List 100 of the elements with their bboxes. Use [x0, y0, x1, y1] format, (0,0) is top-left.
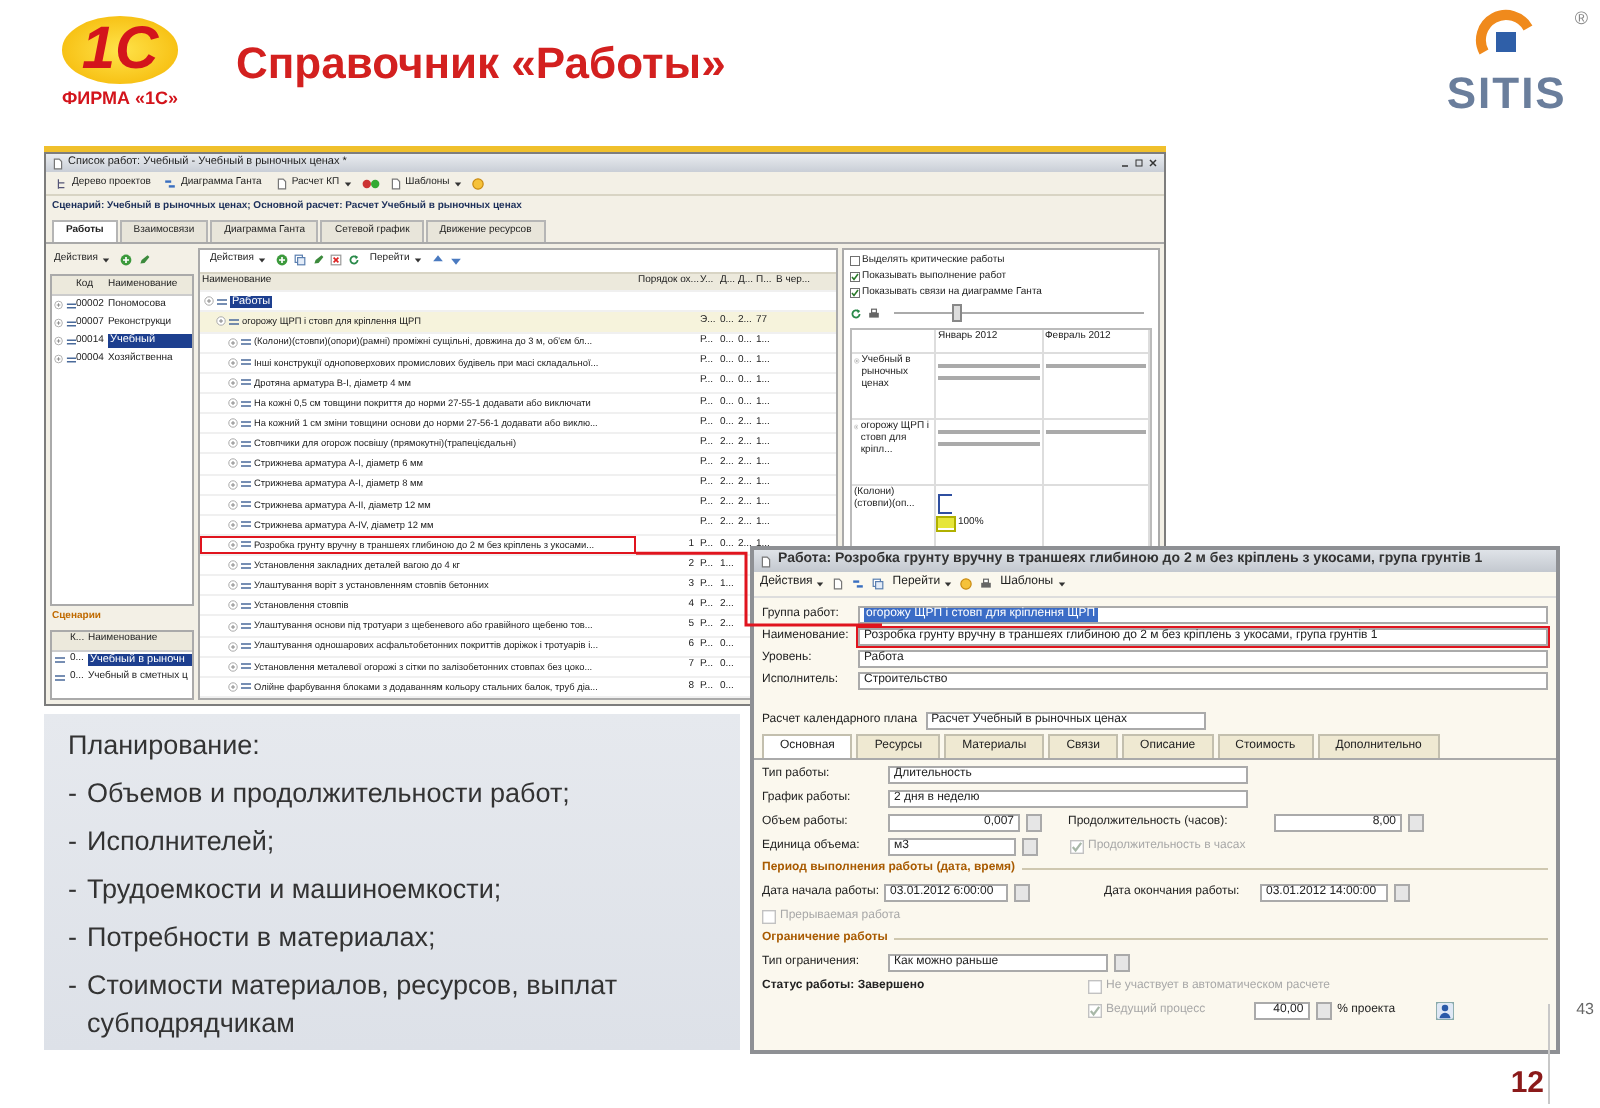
checkbox[interactable] — [850, 256, 860, 267]
refresh-icon[interactable] — [850, 307, 862, 320]
slide-number: 12 — [1510, 1066, 1544, 1100]
expand-icon[interactable] — [228, 418, 238, 429]
registered-mark: ® — [1574, 8, 1588, 28]
list-item: Объемов и продолжительности работ; — [87, 776, 570, 812]
expand-icon[interactable] — [54, 354, 64, 364]
print-icon[interactable] — [868, 307, 880, 320]
expand-icon[interactable] — [228, 641, 238, 652]
list-item: Потребности в материалах; — [87, 920, 436, 956]
list-item: Исполнителей; — [87, 824, 275, 860]
item-icon — [240, 338, 252, 347]
item-icon — [65, 337, 76, 345]
item-icon — [240, 439, 252, 448]
list-marker: - — [68, 920, 77, 956]
gantt-bar — [938, 442, 1039, 447]
slider-thumb[interactable] — [952, 304, 963, 323]
heading: Планирование: — [68, 728, 262, 764]
item-icon — [54, 656, 66, 665]
document-icon[interactable] — [52, 157, 64, 169]
slide-total: 43 — [1576, 1000, 1594, 1018]
picker-button[interactable] — [1394, 883, 1410, 902]
gantt-bar — [938, 364, 1039, 369]
item-icon — [240, 561, 252, 570]
logo-text: SITIS — [1446, 68, 1567, 120]
arrow-down-icon[interactable] — [449, 254, 462, 267]
expand-icon[interactable] — [228, 560, 238, 571]
expand-icon[interactable] — [216, 316, 226, 327]
expand-icon[interactable] — [228, 458, 238, 469]
expand-icon[interactable] — [54, 336, 64, 346]
expand-icon[interactable] — [228, 479, 238, 490]
document-icon[interactable] — [760, 555, 772, 567]
restore-icon[interactable] — [1134, 158, 1144, 168]
item-icon — [240, 662, 252, 671]
picker-button[interactable] — [1114, 953, 1130, 972]
expand-icon[interactable] — [854, 356, 860, 367]
item-icon — [240, 520, 252, 529]
item-icon — [240, 500, 252, 509]
logo-caption: ФИРМА «1С» — [61, 88, 179, 108]
copy-icon[interactable] — [872, 578, 885, 590]
picker-button[interactable] — [1315, 1001, 1332, 1020]
expand-icon[interactable] — [228, 337, 238, 348]
caret-icon — [453, 179, 462, 187]
expand-icon[interactable] — [228, 499, 238, 510]
caret-icon — [1057, 580, 1066, 588]
picker-button[interactable] — [1408, 813, 1424, 832]
item-icon — [240, 682, 252, 691]
list-item: Трудоемкости и машиноемкости; — [87, 872, 502, 908]
pencil-icon[interactable] — [311, 254, 324, 267]
add-icon[interactable] — [119, 253, 132, 265]
slide-title: Справочник «Работы» — [236, 38, 728, 90]
gantt-icon[interactable] — [852, 578, 865, 590]
item-icon — [240, 601, 252, 610]
expand-icon[interactable] — [228, 438, 238, 449]
caret-icon — [343, 179, 352, 187]
expand-icon[interactable] — [228, 600, 238, 611]
expand-icon[interactable] — [228, 539, 238, 550]
document-icon[interactable] — [832, 578, 845, 590]
caret-icon — [944, 580, 953, 588]
gantt-icon[interactable] — [164, 177, 177, 189]
pencil-icon[interactable] — [137, 253, 150, 265]
tree-icon[interactable] — [56, 177, 68, 189]
list-marker: - — [68, 776, 77, 812]
add-icon[interactable] — [275, 254, 288, 267]
expand-icon[interactable] — [54, 318, 64, 328]
copy-icon[interactable] — [293, 254, 306, 267]
gantt-bar — [938, 430, 1039, 435]
list-marker: - — [68, 824, 77, 860]
item-icon — [240, 419, 252, 428]
expand-icon[interactable] — [228, 398, 238, 408]
expand-icon[interactable] — [228, 681, 238, 692]
item-icon — [216, 297, 228, 306]
item-icon — [240, 358, 252, 367]
item-icon — [240, 399, 252, 407]
list-item: Стоимости материалов, ресурсов, выплат субподрядчикам — [87, 968, 620, 1042]
checkbox[interactable] — [850, 272, 860, 283]
arrow-up-icon[interactable] — [431, 254, 444, 267]
caret-icon — [413, 256, 422, 265]
expand-icon[interactable] — [854, 422, 859, 433]
expand-icon[interactable] — [228, 661, 238, 672]
expand-icon[interactable] — [228, 519, 238, 530]
expand-icon[interactable] — [204, 296, 214, 307]
checkbox[interactable] — [850, 287, 860, 298]
delete-icon[interactable] — [329, 254, 342, 267]
expand-icon[interactable] — [228, 377, 238, 388]
user-icon[interactable] — [1435, 1001, 1454, 1020]
logo-mark: 1С — [61, 16, 179, 84]
expand-icon[interactable] — [228, 580, 238, 591]
expand-icon[interactable] — [228, 621, 238, 632]
caret-icon — [257, 256, 266, 265]
item-icon — [54, 674, 66, 683]
expand-icon[interactable] — [228, 357, 238, 368]
picker-button[interactable] — [1014, 883, 1030, 902]
refresh-icon[interactable] — [347, 254, 360, 267]
document-icon[interactable] — [389, 177, 402, 189]
gantt-bar — [1045, 364, 1146, 369]
print-icon[interactable] — [980, 578, 993, 590]
expand-icon[interactable] — [54, 300, 64, 310]
close-icon[interactable] — [1148, 158, 1158, 168]
document-icon[interactable] — [275, 177, 288, 189]
